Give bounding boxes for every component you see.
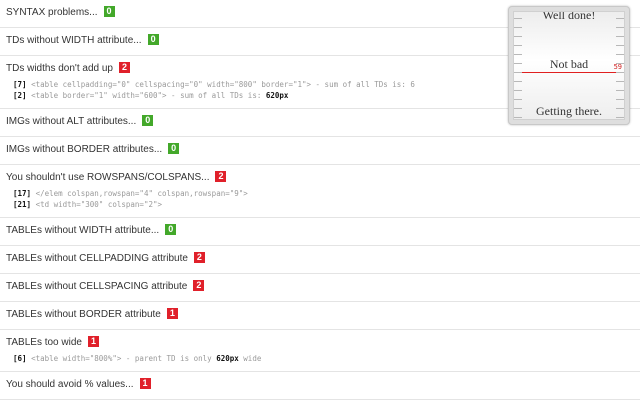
issue-count-badge: 2 [193, 280, 205, 291]
gauge-tick [514, 90, 522, 91]
check-title: TDs widths don't add up [6, 63, 113, 74]
issue-count-badge: 0 [147, 34, 159, 45]
gauge-tick [616, 45, 624, 46]
code-excerpt: [6] <table width="800%"> - parent TD is … [6, 353, 640, 364]
check-title: TDs without WIDTH attribute... [6, 35, 142, 46]
gauge-tick [514, 117, 522, 118]
gauge-tick [514, 27, 522, 28]
code-text: <table width="800%"> - parent TD is only [31, 354, 217, 363]
gauge-tick [514, 108, 522, 109]
gauge-tick [616, 63, 624, 64]
line-number: [17] [13, 189, 32, 198]
issue-count-badge: 1 [139, 378, 151, 389]
check-section: TABLEs without CELLPADDING attribute 2 [0, 246, 640, 274]
check-title: You should avoid % values... [6, 379, 134, 390]
code-text: <td width="300" colspan="2"> [35, 200, 163, 209]
gauge-tick [616, 54, 624, 55]
code-text-after: wide [238, 354, 262, 363]
gauge-tick [616, 72, 624, 73]
check-section: TABLEs too wide 1 [6] <table width="800%">… [0, 330, 640, 372]
check-title: You shouldn't use ROWSPANS/COLSPANS... [6, 172, 210, 183]
gauge-tick [514, 36, 522, 37]
code-excerpt: [17] </elem colspan,rowspan="4" colspan,… [6, 188, 640, 210]
issue-count-badge: 2 [118, 62, 130, 73]
gauge-needle [520, 72, 624, 73]
check-title: SYNTAX problems... [6, 7, 98, 18]
check-section: TABLEs without CELLSPACING attribute 2 [0, 274, 640, 302]
code-highlight: 620px [265, 91, 289, 100]
issue-count-badge: 0 [103, 6, 115, 17]
gauge-tick [616, 36, 624, 37]
code-highlight: 620px [216, 354, 239, 363]
issue-count-badge: 1 [87, 336, 99, 347]
gauge-tick [616, 90, 624, 91]
code-line: [17] </elem colspan,rowspan="4" colspan,… [13, 188, 640, 199]
gauge-tick [514, 99, 522, 100]
issue-count-badge: 2 [193, 252, 205, 263]
code-line: [21] <td width="300" colspan="2"> [13, 199, 640, 210]
gauge-top-label: Well done! [542, 11, 596, 22]
check-title: TABLEs without WIDTH attribute... [6, 225, 160, 236]
code-text: <table border="1" width="600"> - sum of … [31, 91, 266, 100]
issue-count-badge: 0 [142, 115, 154, 126]
check-title: IMGs without ALT attributes... [6, 116, 137, 127]
gauge-tick [616, 27, 624, 28]
gauge-mid-label: Not bad [549, 57, 589, 71]
check-title: IMGs without BORDER attributes... [6, 144, 163, 155]
check-title: TABLEs too wide [6, 337, 82, 348]
code-text: </elem colspan,rowspan="4" colspan,rowsp… [35, 189, 248, 198]
gauge-tick [514, 72, 522, 73]
gauge-tick [616, 18, 624, 19]
check-section: TABLEs without BORDER attribute 1 [0, 302, 640, 330]
gauge-tick [514, 45, 522, 46]
gauge-bottom-label: Getting there. [536, 104, 602, 118]
gauge-tick [616, 108, 624, 109]
gauge-tick [616, 117, 624, 118]
issue-count-badge: 0 [168, 143, 180, 154]
gauge-tick [514, 81, 522, 82]
check-section: You should avoid % values... 1 [0, 372, 640, 400]
gauge-scale: Well done! Not bad Getting there. 59 [513, 11, 625, 120]
code-text: <table cellpadding="0" cellspacing="0" w… [31, 80, 415, 89]
code-line: [6] <table width="800%"> - parent TD is … [13, 353, 640, 364]
check-title: TABLEs without CELLPADDING attribute [6, 253, 188, 264]
gauge-tick [514, 63, 522, 64]
check-section: TABLEs without WIDTH attribute... 0 [0, 218, 640, 246]
line-number: [2] [13, 91, 27, 100]
gauge-tick [616, 99, 624, 100]
issue-count-badge: 2 [215, 171, 227, 182]
line-number: [6] [13, 354, 27, 363]
gauge-tick [616, 81, 624, 82]
issue-count-badge: 0 [165, 224, 177, 235]
check-title: TABLEs without BORDER attribute [6, 309, 161, 320]
gauge-value: 59 [613, 63, 622, 71]
line-number: [7] [13, 80, 27, 89]
gauge-tick [514, 18, 522, 19]
line-number: [21] [13, 200, 32, 209]
gauge-tick [514, 54, 522, 55]
check-section: IMGs without BORDER attributes... 0 [0, 137, 640, 165]
check-title: TABLEs without CELLSPACING attribute [6, 281, 188, 292]
check-section: You shouldn't use ROWSPANS/COLSPANS... 2 [… [0, 165, 640, 218]
issue-count-badge: 1 [166, 308, 178, 319]
score-gauge: Well done! Not bad Getting there. 59 [508, 6, 630, 125]
